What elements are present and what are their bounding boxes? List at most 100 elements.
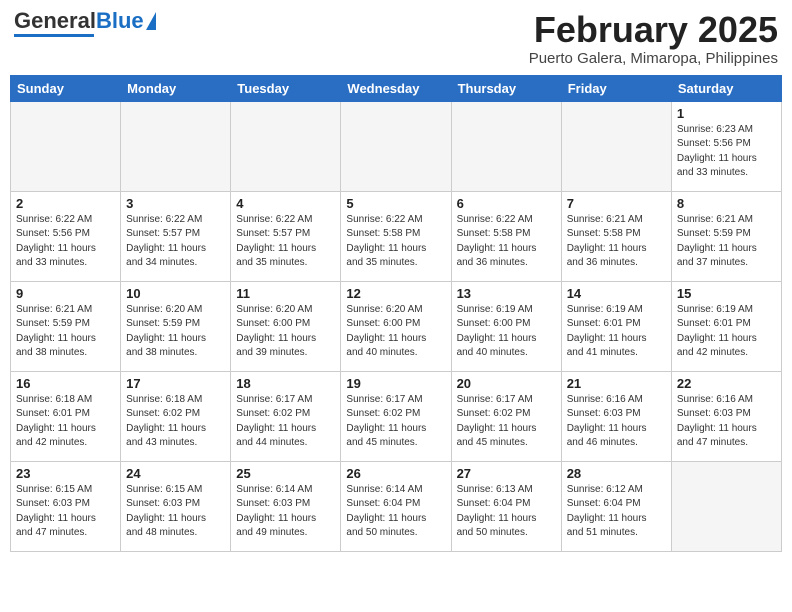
day-info: Sunrise: 6:21 AM Sunset: 5:58 PM Dayligh…: [567, 213, 666, 271]
calendar-table: SundayMondayTuesdayWednesdayThursdayFrid…: [10, 75, 782, 552]
calendar-cell: [451, 101, 561, 191]
day-number: 2: [16, 196, 115, 211]
day-number: 19: [346, 376, 445, 391]
day-info: Sunrise: 6:17 AM Sunset: 6:02 PM Dayligh…: [346, 393, 445, 451]
calendar-cell: 25Sunrise: 6:14 AM Sunset: 6:03 PM Dayli…: [231, 461, 341, 551]
day-number: 20: [457, 376, 556, 391]
calendar-cell: 15 Sunrise: 6:19 AM Sunset: 6:01 PM Dayli…: [671, 281, 781, 371]
calendar-cell: 17 Sunrise: 6:18 AM Sunset: 6:02 PM Dayli…: [121, 371, 231, 461]
calendar-cell: 26 Sunrise: 6:14 AM Sunset: 6:04 PM Dayli…: [341, 461, 451, 551]
calendar-cell: [231, 101, 341, 191]
day-number: 23: [16, 466, 115, 481]
day-info: Sunrise: 6:22 AM Sunset: 5:56 PM Dayligh…: [16, 213, 115, 271]
day-number: 3: [126, 196, 225, 211]
day-number: 1: [677, 106, 776, 121]
day-info: Sunrise: 6:17 AM Sunset: 6:02 PM Dayligh…: [457, 393, 556, 451]
header: GeneralBlue February 2025 Puerto Galera,…: [10, 10, 782, 67]
calendar-cell: 9 Sunrise: 6:21 AM Sunset: 5:59 PM Daylig…: [11, 281, 121, 371]
day-info: Sunrise: 6:22 AM Sunset: 5:58 PM Dayligh…: [457, 213, 556, 271]
calendar-cell: 20 Sunrise: 6:17 AM Sunset: 6:02 PM Dayli…: [451, 371, 561, 461]
calendar-cell: 13Sunrise: 6:19 AM Sunset: 6:00 PM Dayli…: [451, 281, 561, 371]
calendar-week-row: 2 Sunrise: 6:22 AM Sunset: 5:56 PM Daylig…: [11, 191, 782, 281]
day-number: 24: [126, 466, 225, 481]
calendar-cell: [671, 461, 781, 551]
calendar-cell: [121, 101, 231, 191]
day-info: Sunrise: 6:22 AM Sunset: 5:57 PM Dayligh…: [236, 213, 335, 271]
day-number: 28: [567, 466, 666, 481]
day-number: 9: [16, 286, 115, 301]
calendar-cell: 22 Sunrise: 6:16 AM Sunset: 6:03 PM Dayli…: [671, 371, 781, 461]
day-number: 21: [567, 376, 666, 391]
day-info: Sunrise: 6:20 AM Sunset: 5:59 PM Dayligh…: [126, 303, 225, 361]
day-info: Sunrise: 6:18 AM Sunset: 6:02 PM Dayligh…: [126, 393, 225, 451]
calendar-cell: [561, 101, 671, 191]
title-area: February 2025 Puerto Galera, Mimaropa, P…: [529, 10, 778, 67]
day-info: Sunrise: 6:15 AM Sunset: 6:03 PM Dayligh…: [126, 483, 225, 541]
location-subtitle: Puerto Galera, Mimaropa, Philippines: [529, 50, 778, 67]
logo-blue-text: Blue: [96, 8, 144, 33]
logo-triangle-icon: [146, 12, 156, 30]
day-info: Sunrise: 6:20 AM Sunset: 6:00 PM Dayligh…: [236, 303, 335, 361]
day-info: Sunrise: 6:14 AM Sunset: 6:04 PM Dayligh…: [346, 483, 445, 541]
calendar-week-row: 16Sunrise: 6:18 AM Sunset: 6:01 PM Dayli…: [11, 371, 782, 461]
day-number: 11: [236, 286, 335, 301]
calendar-cell: 14 Sunrise: 6:19 AM Sunset: 6:01 PM Dayli…: [561, 281, 671, 371]
day-number: 18: [236, 376, 335, 391]
day-info: Sunrise: 6:21 AM Sunset: 5:59 PM Dayligh…: [16, 303, 115, 361]
calendar-cell: 12 Sunrise: 6:20 AM Sunset: 6:00 PM Dayli…: [341, 281, 451, 371]
column-header-friday: Friday: [561, 75, 671, 101]
day-info: Sunrise: 6:17 AM Sunset: 6:02 PM Dayligh…: [236, 393, 335, 451]
column-header-saturday: Saturday: [671, 75, 781, 101]
day-info: Sunrise: 6:16 AM Sunset: 6:03 PM Dayligh…: [677, 393, 776, 451]
day-number: 25: [236, 466, 335, 481]
day-info: Sunrise: 6:23 AM Sunset: 5:56 PM Dayligh…: [677, 123, 776, 181]
day-number: 7: [567, 196, 666, 211]
calendar-cell: [11, 101, 121, 191]
calendar-cell: 2 Sunrise: 6:22 AM Sunset: 5:56 PM Daylig…: [11, 191, 121, 281]
calendar-cell: [341, 101, 451, 191]
logo: GeneralBlue: [14, 10, 156, 37]
day-number: 5: [346, 196, 445, 211]
day-number: 26: [346, 466, 445, 481]
calendar-cell: 19 Sunrise: 6:17 AM Sunset: 6:02 PM Dayli…: [341, 371, 451, 461]
column-header-tuesday: Tuesday: [231, 75, 341, 101]
day-info: Sunrise: 6:16 AM Sunset: 6:03 PM Dayligh…: [567, 393, 666, 451]
column-header-thursday: Thursday: [451, 75, 561, 101]
day-info: Sunrise: 6:22 AM Sunset: 5:57 PM Dayligh…: [126, 213, 225, 271]
calendar-cell: 3 Sunrise: 6:22 AM Sunset: 5:57 PM Daylig…: [121, 191, 231, 281]
calendar-cell: 6 Sunrise: 6:22 AM Sunset: 5:58 PM Daylig…: [451, 191, 561, 281]
column-header-monday: Monday: [121, 75, 231, 101]
calendar-cell: 28 Sunrise: 6:12 AM Sunset: 6:04 PM Dayli…: [561, 461, 671, 551]
day-info: Sunrise: 6:22 AM Sunset: 5:58 PM Dayligh…: [346, 213, 445, 271]
calendar-cell: 11 Sunrise: 6:20 AM Sunset: 6:00 PM Dayli…: [231, 281, 341, 371]
day-number: 17: [126, 376, 225, 391]
calendar-cell: 10Sunrise: 6:20 AM Sunset: 5:59 PM Dayli…: [121, 281, 231, 371]
calendar-cell: 8 Sunrise: 6:21 AM Sunset: 5:59 PM Daylig…: [671, 191, 781, 281]
day-info: Sunrise: 6:20 AM Sunset: 6:00 PM Dayligh…: [346, 303, 445, 361]
calendar-week-row: 1 Sunrise: 6:23 AM Sunset: 5:56 PM Daylig…: [11, 101, 782, 191]
day-info: Sunrise: 6:12 AM Sunset: 6:04 PM Dayligh…: [567, 483, 666, 541]
calendar-cell: 24 Sunrise: 6:15 AM Sunset: 6:03 PM Dayli…: [121, 461, 231, 551]
calendar-cell: 16Sunrise: 6:18 AM Sunset: 6:01 PM Dayli…: [11, 371, 121, 461]
calendar-cell: 21 Sunrise: 6:16 AM Sunset: 6:03 PM Dayli…: [561, 371, 671, 461]
day-number: 8: [677, 196, 776, 211]
day-number: 22: [677, 376, 776, 391]
day-info: Sunrise: 6:21 AM Sunset: 5:59 PM Dayligh…: [677, 213, 776, 271]
calendar-cell: 5 Sunrise: 6:22 AM Sunset: 5:58 PM Daylig…: [341, 191, 451, 281]
logo-general-text: General: [14, 8, 96, 33]
day-number: 12: [346, 286, 445, 301]
month-title: February 2025: [529, 10, 778, 50]
column-header-sunday: Sunday: [11, 75, 121, 101]
day-number: 6: [457, 196, 556, 211]
calendar-cell: 27Sunrise: 6:13 AM Sunset: 6:04 PM Dayli…: [451, 461, 561, 551]
day-number: 14: [567, 286, 666, 301]
day-number: 4: [236, 196, 335, 211]
day-number: 15: [677, 286, 776, 301]
column-header-wednesday: Wednesday: [341, 75, 451, 101]
calendar-cell: 7 Sunrise: 6:21 AM Sunset: 5:58 PM Daylig…: [561, 191, 671, 281]
day-info: Sunrise: 6:19 AM Sunset: 6:01 PM Dayligh…: [677, 303, 776, 361]
day-info: Sunrise: 6:19 AM Sunset: 6:01 PM Dayligh…: [567, 303, 666, 361]
calendar-week-row: 23 Sunrise: 6:15 AM Sunset: 6:03 PM Dayli…: [11, 461, 782, 551]
day-info: Sunrise: 6:13 AM Sunset: 6:04 PM Dayligh…: [457, 483, 556, 541]
calendar-week-row: 9 Sunrise: 6:21 AM Sunset: 5:59 PM Daylig…: [11, 281, 782, 371]
